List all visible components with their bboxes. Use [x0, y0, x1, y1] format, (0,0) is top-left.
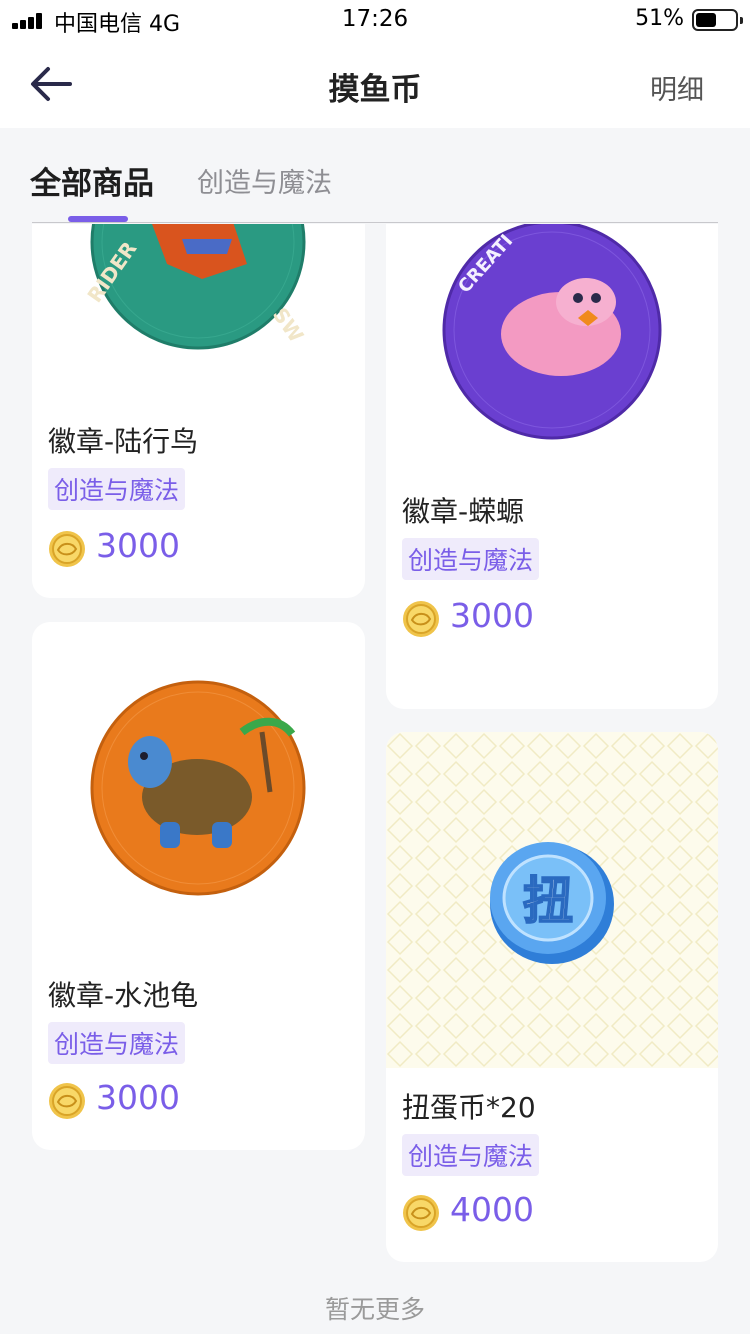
fish-coin-icon [403, 601, 439, 637]
product-image: RIDER SW [32, 224, 365, 384]
battery-percent: 51% [635, 6, 684, 31]
fish-coin-icon [49, 531, 85, 567]
nav-bar: 摸鱼币 明细 [0, 40, 750, 128]
product-price: 4000 [450, 1190, 534, 1229]
product-name: 扭蛋币*20 [402, 1091, 536, 1124]
product-price: 3000 [96, 1078, 180, 1117]
product-card[interactable]: 扭 扭蛋币*20 创造与魔法 4000 [386, 732, 718, 1262]
status-bar: 中国电信 4G 17:26 51% [0, 0, 750, 40]
product-price: 3000 [96, 526, 180, 565]
product-list: RIDER SW 徽章-陆行鸟 创造与魔法 3000 CREATI 徽章-蝾螈 … [0, 224, 750, 1334]
product-image [32, 622, 365, 952]
product-card[interactable]: RIDER SW 徽章-陆行鸟 创造与魔法 3000 [32, 224, 365, 598]
tab-all-products[interactable]: 全部商品 [30, 158, 154, 203]
tab-creation-magic[interactable]: 创造与魔法 [197, 161, 332, 200]
product-card[interactable]: 徽章-水池龟 创造与魔法 3000 [32, 622, 365, 1150]
tab-bar: 全部商品 创造与魔法 [0, 128, 750, 224]
tab-divider [32, 222, 718, 223]
details-link[interactable]: 明细 [650, 68, 704, 107]
fish-coin-icon [49, 1083, 85, 1119]
battery-icon [692, 9, 743, 31]
product-name: 徽章-水池龟 [48, 979, 199, 1012]
no-more-text: 暂无更多 [324, 1295, 425, 1324]
product-card[interactable]: CREATI 徽章-蝾螈 创造与魔法 3000 [386, 224, 718, 709]
product-tag: 创造与魔法 [402, 538, 540, 580]
product-name: 徽章-陆行鸟 [48, 425, 199, 458]
product-name: 徽章-蝾螈 [402, 495, 525, 528]
product-tag: 创造与魔法 [48, 1022, 186, 1064]
product-price: 3000 [450, 596, 534, 635]
page-title: 摸鱼币 [328, 72, 422, 108]
product-image: CREATI [386, 224, 718, 464]
coin-glyph: 扭 [523, 872, 573, 930]
fish-coin-icon [403, 1195, 439, 1231]
product-tag: 创造与魔法 [402, 1134, 540, 1176]
product-image: 扭 [386, 732, 718, 1068]
product-tag: 创造与魔法 [48, 468, 186, 510]
